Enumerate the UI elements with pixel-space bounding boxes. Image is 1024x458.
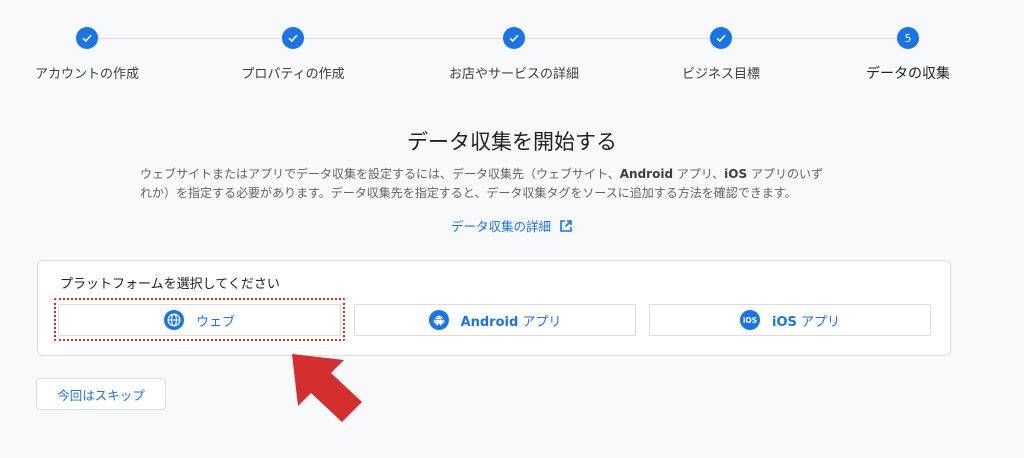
step-3-check-icon	[503, 27, 525, 49]
step-4-label: ビジネス目標	[681, 67, 761, 82]
ios-button-label: iOS アプリ	[771, 314, 840, 330]
step-2-label: プロパティの作成	[241, 67, 345, 82]
description-line-1: ウェブサイトまたはアプリでデータ収集を設定するには、データ収集先（ウェブサイト、…	[140, 167, 823, 181]
step-connector	[304, 38, 503, 39]
platform-heading: プラットフォームを選択してください	[60, 277, 280, 292]
step-1-check-icon	[76, 27, 98, 49]
step-5-number: 5	[897, 27, 919, 49]
step-4-check-icon	[710, 27, 732, 49]
web-button-label: ウェブ	[195, 314, 235, 330]
android-platform-button[interactable]: Android アプリ	[354, 304, 636, 336]
detail-link-label: データ収集の詳細	[450, 219, 551, 234]
annotation-arrow-icon	[292, 354, 362, 422]
step-5-label: データの収集	[866, 66, 950, 82]
svg-text:iOS: iOS	[743, 316, 757, 325]
step-connector	[525, 38, 710, 39]
ios-icon: iOS	[739, 310, 760, 330]
globe-icon	[163, 310, 184, 330]
skip-button[interactable]: 今回はスキップ	[36, 378, 166, 410]
step-1-label: アカウントの作成	[34, 67, 140, 82]
step-2-check-icon	[282, 27, 304, 49]
android-button-label: Android アプリ	[460, 314, 562, 330]
android-icon	[428, 310, 449, 330]
data-collection-detail-link[interactable]: データ収集の詳細	[0, 216, 1024, 235]
progress-stepper: 5 アカウントの作成 プロパティの作成 お店やサービスの詳細 ビジネス目標 デー…	[0, 0, 1024, 90]
open-in-new-icon	[560, 219, 572, 232]
step-connector	[732, 38, 897, 39]
page-description: ウェブサイトまたはアプリでデータ収集を設定するには、データ収集先（ウェブサイト、…	[140, 165, 860, 203]
ios-platform-button[interactable]: iOS iOS アプリ	[649, 304, 931, 336]
web-platform-button[interactable]: ウェブ	[58, 304, 341, 336]
platform-select-card: プラットフォームを選択してください ウェブ Android アプリ iOS iO…	[37, 260, 951, 356]
step-3-label: お店やサービスの詳細	[448, 67, 580, 82]
page-title: データ収集を開始する	[407, 130, 617, 154]
description-line-2: れか）を指定する必要があります。データ収集先を指定すると、データ収集タグをソース…	[140, 186, 797, 200]
step-connector	[98, 38, 282, 39]
